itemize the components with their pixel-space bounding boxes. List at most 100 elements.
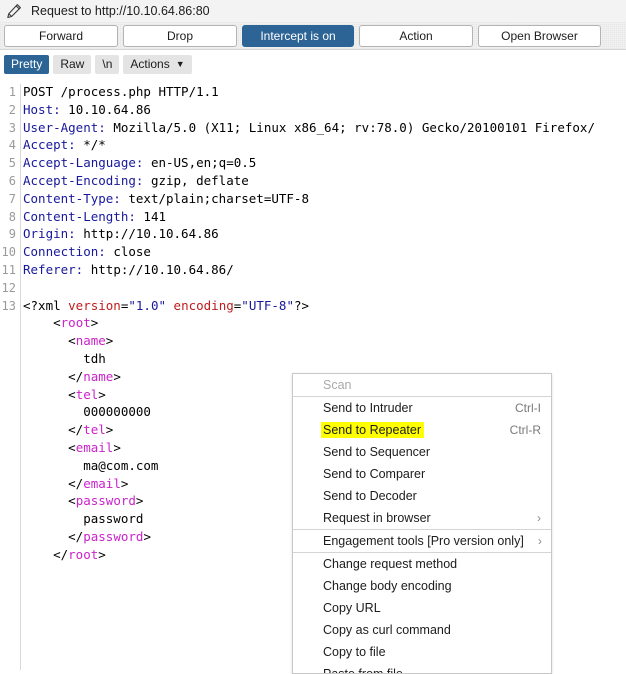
line-number: 7 <box>8 191 16 206</box>
menu-item-label: Request in browser <box>323 510 431 525</box>
line-number: 9 <box>8 227 16 242</box>
menu-item-copy-as-curl-command[interactable]: Copy as curl command <box>293 619 551 641</box>
submenu-arrow-icon: › <box>537 511 541 525</box>
code-line: 3 User-Agent: Mozilla/5.0 (X11; Linux x86… <box>0 119 626 137</box>
code-line: 12 <box>0 279 626 297</box>
context-menu[interactable]: Scan Send to Intruder Ctrl-I Send to Repeat… <box>292 373 552 674</box>
line-number: 11 <box>1 262 16 277</box>
code-line: 1 POST /process.php HTTP/1.1 <box>0 83 626 101</box>
code-line: 9 Origin: http://10.10.64.86 <box>0 225 626 243</box>
burp-intercept-window: Request to http://10.10.64.86:80 Forward… <box>0 0 626 674</box>
open-browser-button[interactable]: Open Browser <box>478 24 601 47</box>
line-number: 1 <box>8 85 16 99</box>
line-content: </email> <box>23 475 129 491</box>
menu-item-send-to-sequencer[interactable]: Send to Sequencer <box>293 441 551 463</box>
line-content: Content-Length: 141 <box>23 208 166 224</box>
menu-item-label: Send to Repeater <box>321 421 424 439</box>
code-line: 8 Content-Length: 141 <box>0 208 626 226</box>
code-line: <name> <box>0 332 626 350</box>
line-number: 4 <box>8 138 16 153</box>
menu-item-label: Paste from file <box>323 666 403 674</box>
line-number: 8 <box>8 209 16 224</box>
code-line: tdh <box>0 350 626 368</box>
tab-pretty[interactable]: Pretty <box>4 54 50 74</box>
line-content: Accept-Language: en-US,en;q=0.5 <box>23 155 257 171</box>
line-content: 000000000 <box>23 404 151 420</box>
line-content: <password> <box>23 493 144 509</box>
line-content: Connection: close <box>23 244 151 260</box>
line-content: </password> <box>23 528 151 544</box>
drop-button[interactable]: Drop <box>123 24 237 47</box>
code-line: 5 Accept-Language: en-US,en;q=0.5 <box>0 154 626 172</box>
code-line: <root> <box>0 314 626 332</box>
code-line: 2 Host: 10.10.64.86 <box>0 101 626 119</box>
menu-item-label: Copy as curl command <box>323 622 451 637</box>
line-number: 10 <box>1 245 16 260</box>
submenu-arrow-icon: › <box>537 534 542 548</box>
menu-item-request-in-browser[interactable]: Request in browser › <box>293 507 551 529</box>
menu-item-label: Change body encoding <box>323 578 452 593</box>
line-content: Referer: http://10.10.64.86/ <box>23 261 234 277</box>
menu-item-engagement-tools-pro-version-only[interactable]: Engagement tools [Pro version only] › <box>293 530 551 552</box>
tab-raw[interactable]: Raw <box>53 54 92 74</box>
menu-item-label: Send to Comparer <box>323 466 426 481</box>
menu-item-label: Send to Sequencer <box>323 444 431 459</box>
menu-item-send-to-intruder[interactable]: Send to Intruder Ctrl-I <box>293 397 551 419</box>
line-content: <?xml version="1.0" encoding="UTF-8"?> <box>23 297 310 313</box>
menu-item-send-to-repeater[interactable]: Send to Repeater Ctrl-R <box>293 419 551 441</box>
menu-item-change-body-encoding[interactable]: Change body encoding <box>293 575 551 597</box>
actions-dropdown[interactable]: Actions ▼ <box>123 54 192 74</box>
chevron-down-icon: ▼ <box>175 58 185 69</box>
menu-item-copy-to-file[interactable]: Copy to file <box>293 641 551 663</box>
line-number: 2 <box>8 102 16 117</box>
line-number: 13 <box>1 298 16 313</box>
intercept-toolbar: Forward Drop Intercept is on Action Open… <box>0 22 626 50</box>
page-title: Request to http://10.10.64.86:80 <box>31 3 210 18</box>
menu-item-scan: Scan <box>293 374 551 396</box>
line-content: <email> <box>23 439 121 455</box>
forward-button[interactable]: Forward <box>4 24 118 47</box>
menu-item-label: Send to Decoder <box>323 488 417 503</box>
tab-newline[interactable]: \n <box>95 54 120 74</box>
menu-item-copy-url[interactable]: Copy URL <box>293 597 551 619</box>
menu-item-label: Send to Intruder <box>323 400 413 415</box>
line-content: User-Agent: Mozilla/5.0 (X11; Linux x86_… <box>23 119 595 135</box>
line-content: <tel> <box>23 386 106 402</box>
line-content: <root> <box>23 315 99 331</box>
line-content: Accept: */* <box>23 137 106 153</box>
menu-item-shortcut: Ctrl-R <box>509 423 541 437</box>
line-content: <name> <box>23 333 114 349</box>
line-number: 5 <box>8 156 16 171</box>
line-content: POST /process.php HTTP/1.1 <box>23 84 219 99</box>
menu-item-send-to-comparer[interactable]: Send to Comparer <box>293 463 551 485</box>
message-view-tabs: Pretty Raw \n Actions ▼ <box>0 50 626 78</box>
line-content: tdh <box>23 350 106 366</box>
code-line: 4 Accept: */* <box>0 136 626 154</box>
menu-item-change-request-method[interactable]: Change request method <box>293 553 551 575</box>
code-line: 13 <?xml version="1.0" encoding="UTF-8"?> <box>0 297 626 315</box>
menu-item-label: Engagement tools [Pro version only] <box>323 533 524 548</box>
line-number: 12 <box>1 280 16 295</box>
menu-item-shortcut: Ctrl-I <box>515 401 541 415</box>
line-number: 6 <box>8 173 16 188</box>
intercept-toggle-button[interactable]: Intercept is on <box>242 24 354 47</box>
menu-item-label: Scan <box>323 377 352 392</box>
code-line: 11 Referer: http://10.10.64.86/ <box>0 261 626 279</box>
code-line: 7 Content-Type: text/plain;charset=UTF-8 <box>0 190 626 208</box>
menu-item-label: Copy URL <box>323 600 381 615</box>
line-content: Content-Type: text/plain;charset=UTF-8 <box>23 190 309 206</box>
code-line: 6 Accept-Encoding: gzip, deflate <box>0 172 626 190</box>
line-content: Host: 10.10.64.86 <box>23 101 151 117</box>
menu-item-label: Change request method <box>323 556 458 571</box>
line-content: ma@com.com <box>23 457 159 473</box>
line-content: Origin: http://10.10.64.86 <box>23 226 219 242</box>
line-content: password <box>23 511 144 527</box>
menu-item-send-to-decoder[interactable]: Send to Decoder <box>293 485 551 507</box>
pencil-icon <box>7 4 21 19</box>
code-line: 10 Connection: close <box>0 243 626 261</box>
menu-item-label: Copy to file <box>323 644 386 659</box>
line-content: </root> <box>23 546 106 562</box>
line-number: 3 <box>8 120 16 135</box>
action-button[interactable]: Action <box>359 24 473 47</box>
menu-item-paste-from-file[interactable]: Paste from file <box>293 663 551 674</box>
